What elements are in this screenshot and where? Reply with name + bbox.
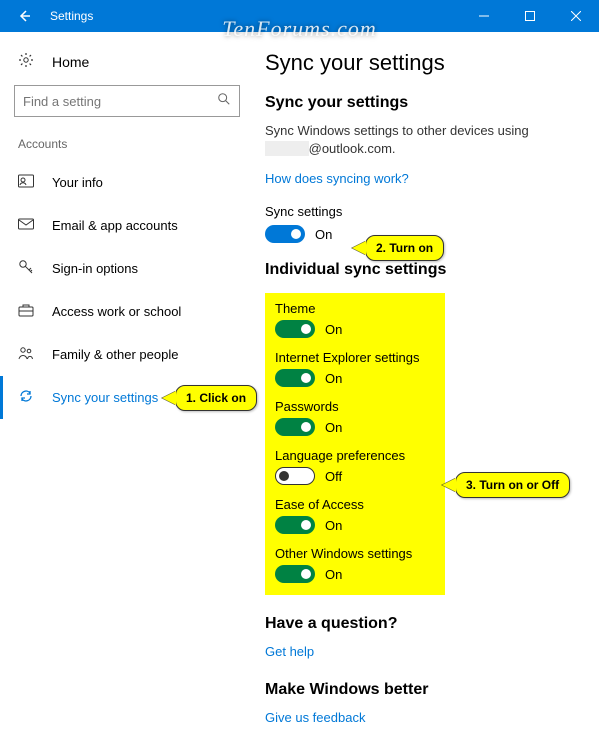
search-field[interactable] [23,94,217,109]
sidebar-item-work[interactable]: Access work or school [14,290,255,333]
sidebar-item-label: Sign-in options [52,261,138,276]
key-icon [18,259,34,278]
other-state: On [325,567,342,582]
ie-label: Internet Explorer settings [275,350,435,365]
back-button[interactable] [0,0,48,32]
language-toggle[interactable] [275,467,315,485]
other-toggle[interactable] [275,565,315,583]
window-title: Settings [48,9,93,23]
passwords-toggle[interactable] [275,418,315,436]
ease-toggle[interactable] [275,516,315,534]
maximize-button[interactable] [507,0,553,32]
ie-toggle[interactable] [275,369,315,387]
sidebar-item-label: Email & app accounts [52,218,178,233]
better-heading: Make Windows better [265,681,569,699]
theme-label: Theme [275,301,435,316]
ie-state: On [325,371,342,386]
person-card-icon [18,173,34,192]
language-state: Off [325,469,342,484]
sidebar-group-label: Accounts [18,137,255,151]
minimize-button[interactable] [461,0,507,32]
feedback-link[interactable]: Give us feedback [265,710,365,725]
sidebar-item-label: Your info [52,175,103,190]
mail-icon [18,216,34,235]
sidebar-item-label: Access work or school [52,304,181,319]
other-label: Other Windows settings [275,546,435,561]
people-icon [18,345,34,364]
ease-label: Ease of Access [275,497,435,512]
window-controls [461,0,599,32]
ease-state: On [325,518,342,533]
callout-3: 3. Turn on or Off [455,472,570,498]
sync-description: Sync Windows settings to other devices u… [265,122,569,158]
theme-state: On [325,322,342,337]
gear-icon [18,52,34,71]
callout-2: 2. Turn on [365,235,444,261]
callout-1: 1. Click on [175,385,257,411]
section-heading: Sync your settings [265,94,569,112]
individual-heading: Individual sync settings [265,261,569,279]
close-button[interactable] [553,0,599,32]
briefcase-icon [18,302,34,321]
sync-settings-toggle[interactable] [265,225,305,243]
passwords-label: Passwords [275,399,435,414]
search-input[interactable] [14,85,240,117]
get-help-link[interactable]: Get help [265,644,314,659]
home-link[interactable]: Home [14,46,255,85]
sidebar-item-email[interactable]: Email & app accounts [14,204,255,247]
sidebar-item-label: Sync your settings [52,390,158,405]
sidebar-item-your-info[interactable]: Your info [14,161,255,204]
titlebar: Settings [0,0,599,32]
sidebar-item-signin[interactable]: Sign-in options [14,247,255,290]
search-icon [217,92,231,111]
question-heading: Have a question? [265,615,569,633]
home-label: Home [52,54,89,70]
page-title: Sync your settings [265,50,569,76]
sidebar-item-family[interactable]: Family & other people [14,333,255,376]
passwords-state: On [325,420,342,435]
sync-settings-state: On [315,227,332,242]
theme-toggle[interactable] [275,320,315,338]
language-label: Language preferences [275,448,435,463]
sync-settings-label: Sync settings [265,204,569,219]
sidebar-item-label: Family & other people [52,347,178,362]
help-link[interactable]: How does syncing work? [265,171,409,186]
redacted-email [265,141,309,156]
highlighted-settings: Theme On Internet Explorer settings On P… [265,293,445,595]
main-panel: Sync your settings Sync your settings Sy… [255,32,599,750]
sync-icon [18,388,34,407]
